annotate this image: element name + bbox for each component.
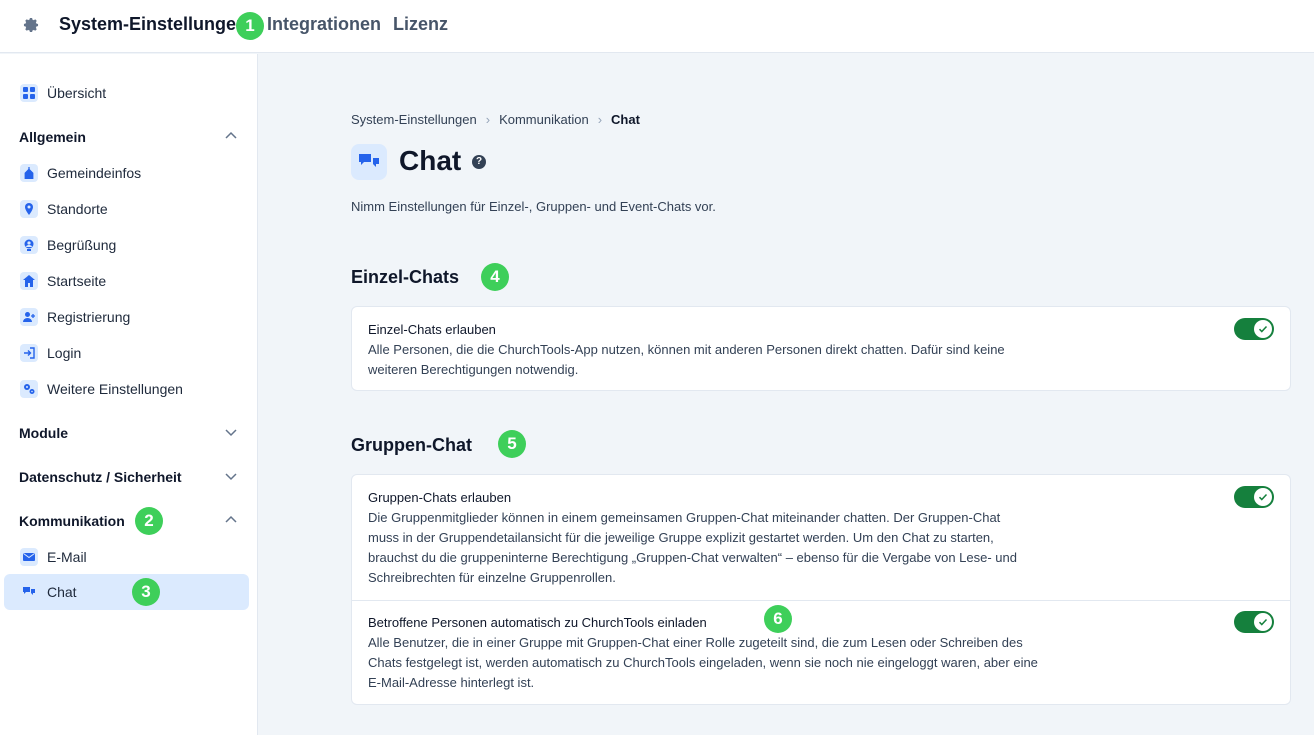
- check-icon: [1258, 493, 1268, 501]
- grid-icon: [20, 84, 38, 102]
- breadcrumb-link[interactable]: Kommunikation: [499, 112, 589, 127]
- chevron-up-icon[interactable]: [223, 128, 239, 144]
- annotation-marker: 6: [764, 605, 792, 633]
- section-title-gruppen-chat: Gruppen-Chat: [351, 435, 472, 455]
- breadcrumb: System-Einstellungen › Kommunikation › Chat: [351, 111, 640, 127]
- chat-bubbles-icon: [359, 154, 379, 167]
- setting-row: Gruppen-Chats erlauben Die Gruppenmitgli…: [352, 475, 1290, 600]
- page-heading[interactable]: System-Einstellungen: [59, 14, 247, 35]
- sidebar-item-label: Übersicht: [47, 85, 107, 101]
- check-icon: [1258, 618, 1268, 626]
- annotation-marker: 3: [132, 578, 160, 606]
- chevron-right-icon: ›: [485, 112, 491, 128]
- setting-description: Alle Benutzer, die in einer Gruppe mit G…: [368, 633, 1078, 693]
- description-line: Chats festgelegt ist, werden automatisch…: [368, 655, 1038, 670]
- sidebar-section-allgemein[interactable]: Allgemein: [19, 129, 86, 145]
- annotation-marker: 2: [135, 507, 163, 535]
- section-title-einzel-chats: Einzel-Chats: [351, 267, 460, 287]
- sidebar-item-label: Gemeindeinfos: [47, 165, 142, 181]
- sidebar-item-label: Begrüßung: [47, 237, 117, 253]
- sidebar-item-registrierung[interactable]: Registrierung: [4, 299, 249, 335]
- login-icon: [20, 344, 38, 362]
- gear-icon: [23, 17, 39, 33]
- sidebar-item-label: Registrierung: [47, 309, 131, 325]
- breadcrumb-current: Chat: [611, 112, 640, 128]
- gruppen-chats-toggle[interactable]: [1234, 486, 1274, 508]
- sidebar-item-startseite[interactable]: Startseite: [4, 263, 249, 299]
- setting-row: Einzel-Chats erlauben Alle Personen, die…: [352, 307, 1290, 390]
- sidebar-item-label: Standorte: [47, 201, 108, 217]
- map-pin-icon: [20, 200, 38, 218]
- annotation-marker: 4: [481, 263, 509, 291]
- chevron-down-icon[interactable]: [223, 424, 239, 440]
- einzel-chats-toggle[interactable]: [1234, 318, 1274, 340]
- sidebar-item-label: E-Mail: [47, 549, 87, 565]
- sidebar-item-login[interactable]: Login: [4, 335, 249, 371]
- description-line: Alle Personen, die die ChurchTools-App n…: [368, 342, 1005, 357]
- chat-page-icon: [351, 144, 387, 180]
- chevron-right-icon: ›: [597, 112, 603, 128]
- description-line: Schreibrechten für einzelne Gruppenrolle…: [368, 570, 616, 585]
- description-line: weiteren Berechtigungen notwendig.: [368, 362, 579, 377]
- chevron-down-icon[interactable]: [223, 468, 239, 484]
- sidebar-item-label: Weitere Einstellungen: [47, 381, 183, 397]
- sidebar-item-begruessung[interactable]: Begrüßung: [4, 227, 249, 263]
- tab-integrationen[interactable]: Integrationen: [267, 14, 381, 35]
- description-line: muss in der Gruppendetailansicht für die…: [368, 530, 994, 545]
- sidebar-item-label: Login: [47, 345, 82, 361]
- setting-title: Einzel-Chats erlauben: [368, 322, 496, 337]
- sidebar-item-gemeindeinfos[interactable]: Gemeindeinfos: [4, 155, 249, 191]
- sidebar-item-standorte[interactable]: Standorte: [4, 191, 249, 227]
- gears-icon: [20, 380, 38, 398]
- page-title: Chat: [399, 145, 462, 176]
- sidebar-item-email[interactable]: E-Mail: [4, 539, 249, 575]
- envelope-icon: [20, 548, 38, 566]
- home-icon: [20, 272, 38, 290]
- settings-card-einzel: Einzel-Chats erlauben Alle Personen, die…: [351, 306, 1291, 391]
- sidebar-item-chat[interactable]: Chat: [4, 574, 249, 610]
- description-line: E-Mail-Adresse hinterlegt ist.: [368, 675, 535, 690]
- annotation-marker: 1: [236, 12, 264, 40]
- description-line: brauchst du die gruppeninterne Berechtig…: [368, 550, 1017, 565]
- description-line: Alle Benutzer, die in einer Gruppe mit G…: [368, 635, 1023, 650]
- breadcrumb-link[interactable]: System-Einstellungen: [351, 112, 477, 127]
- sidebar-item-label: Startseite: [47, 273, 107, 289]
- user-plus-icon: [20, 308, 38, 326]
- chat-bubbles-icon: [20, 583, 38, 601]
- sidebar-item-weitere-einstellungen[interactable]: Weitere Einstellungen: [4, 371, 249, 407]
- sidebar-section-datenschutz[interactable]: Datenschutz / Sicherheit: [19, 469, 182, 485]
- sidebar-item-overview[interactable]: Übersicht: [4, 75, 249, 111]
- help-icon[interactable]: ?: [472, 155, 486, 169]
- sidebar: Übersicht Allgemein Gemeindeinfos Stando…: [0, 54, 258, 735]
- setting-description: Die Gruppenmitglieder können in einem ge…: [368, 508, 1068, 588]
- sidebar-item-label: Chat: [47, 584, 77, 600]
- setting-description: Alle Personen, die die ChurchTools-App n…: [368, 340, 1068, 380]
- annotation-marker: 5: [498, 430, 526, 458]
- welcome-icon: [20, 236, 38, 254]
- description-line: Die Gruppenmitglieder können in einem ge…: [368, 510, 1001, 525]
- tab-lizenz[interactable]: Lizenz: [393, 14, 448, 35]
- auto-invite-toggle[interactable]: [1234, 611, 1274, 633]
- chevron-up-icon[interactable]: [223, 512, 239, 528]
- sidebar-section-kommunikation[interactable]: Kommunikation: [19, 513, 125, 529]
- setting-title: Betroffene Personen automatisch zu Churc…: [368, 615, 707, 630]
- setting-row: Betroffene Personen automatisch zu Churc…: [352, 600, 1290, 704]
- settings-card-gruppen: Gruppen-Chats erlauben Die Gruppenmitgli…: [351, 474, 1291, 705]
- setting-title: Gruppen-Chats erlauben: [368, 490, 512, 505]
- page-description: Nimm Einstellungen für Einzel-, Gruppen-…: [351, 199, 716, 214]
- check-icon: [1258, 325, 1268, 333]
- top-bar: System-Einstellungen Integrationen Lizen…: [0, 0, 1314, 53]
- sidebar-section-module[interactable]: Module: [19, 425, 68, 441]
- church-icon: [20, 164, 38, 182]
